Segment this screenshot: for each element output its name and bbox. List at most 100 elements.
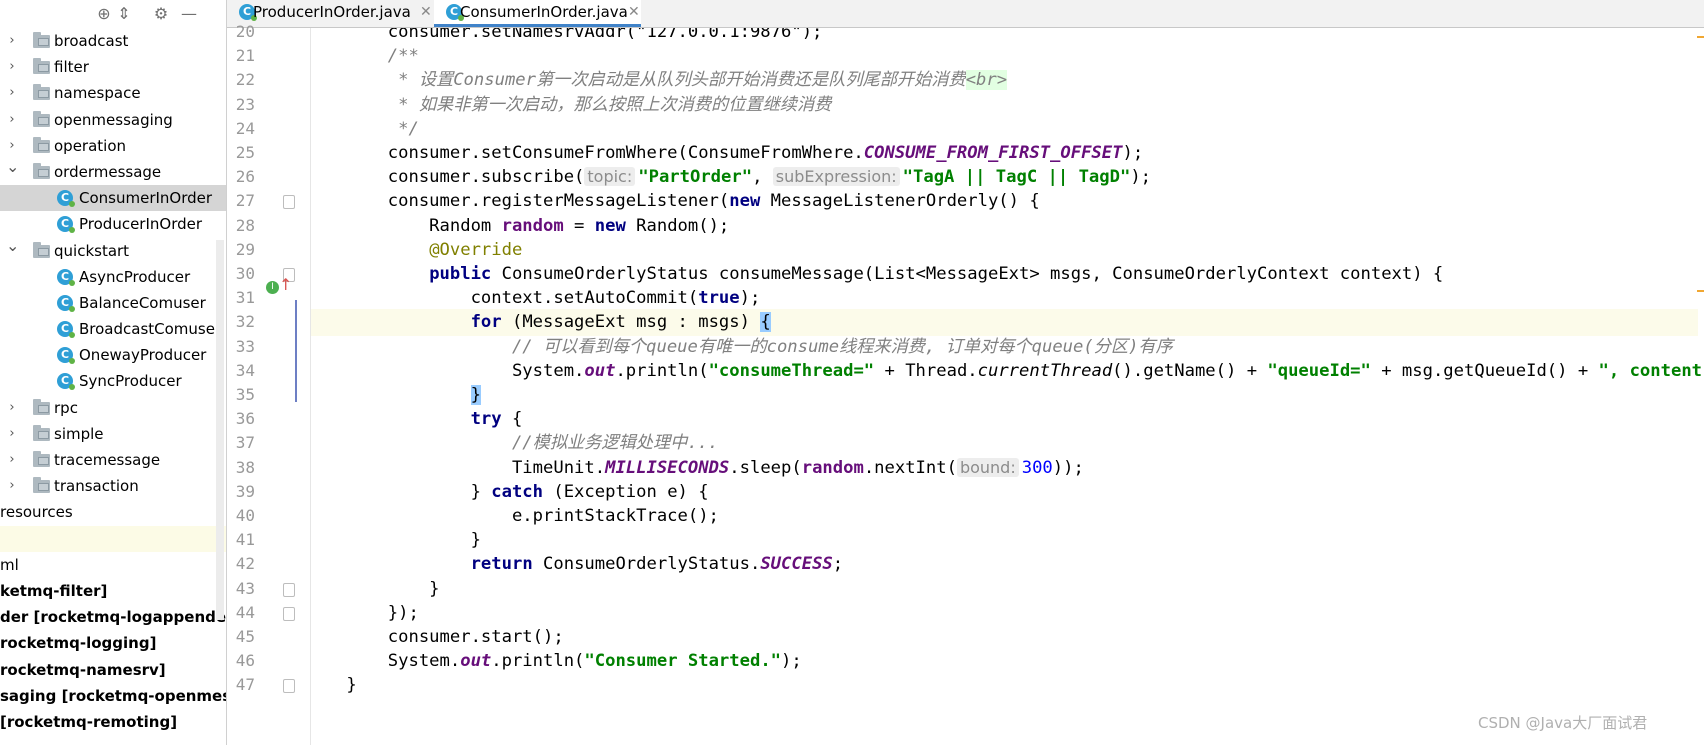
- fold-marker-icon[interactable]: [283, 195, 295, 210]
- vcs-change-marker[interactable]: [295, 300, 297, 402]
- close-icon[interactable]: ✕: [628, 0, 640, 25]
- code-token: "PartOrder": [638, 167, 753, 188]
- chevron-right-icon[interactable]: ›: [6, 107, 18, 133]
- chevron-right-icon[interactable]: ›: [6, 473, 18, 499]
- code-editor[interactable]: consumer.setNamesrvAddr("127.0.0.1:9876"…: [311, 28, 1704, 745]
- chevron-down-icon[interactable]: ⌄: [6, 233, 19, 259]
- tree-item-label: rocketmq-logging]: [0, 634, 157, 653]
- tree-item-saging-rocketmq-openmessaging[interactable]: saging [rocketmq-openmessaging]: [0, 683, 226, 709]
- tree-item-rocketmq-remoting[interactable]: [rocketmq-remoting]: [0, 709, 226, 735]
- code-line-21[interactable]: /**: [311, 43, 1698, 69]
- tree-item-ml[interactable]: ml: [0, 552, 226, 578]
- tree-item-rocketmq-logging[interactable]: rocketmq-logging]: [0, 630, 226, 656]
- chevron-right-icon[interactable]: ›: [6, 395, 18, 421]
- tree-item-rpc[interactable]: › rpc: [0, 395, 226, 421]
- project-scrollbar[interactable]: [216, 240, 224, 620]
- code-line-42[interactable]: return ConsumeOrderlyStatus.SUCCESS;: [311, 551, 1698, 577]
- code-line-28[interactable]: Random random = new Random();: [311, 213, 1698, 239]
- tree-item-der-rocketmq-logappender[interactable]: der [rocketmq-logappender]: [0, 604, 226, 630]
- code-token: (Exception e) {: [543, 481, 709, 502]
- error-stripe[interactable]: [1697, 28, 1704, 745]
- fold-marker-icon[interactable]: [283, 606, 295, 621]
- code-token: * 如果非第一次启动，那么按照上次消费的位置继续消费: [311, 94, 832, 115]
- line-number: 45: [235, 627, 255, 646]
- chevron-right-icon[interactable]: ›: [6, 421, 18, 447]
- collapse-icon[interactable]: ⇕: [113, 3, 135, 25]
- code-line-47[interactable]: }: [311, 672, 1698, 698]
- warning-mark[interactable]: [1697, 290, 1704, 292]
- tree-item-namespace[interactable]: › namespace: [0, 80, 226, 106]
- code-token: CONSUME_FROM_FIRST_OFFSET: [863, 143, 1123, 163]
- tree-item-asyncproducer[interactable]: C AsyncProducer: [0, 264, 226, 290]
- tree-item-label: resources: [0, 503, 73, 522]
- close-icon[interactable]: ✕: [420, 0, 432, 25]
- code-line-38[interactable]: TimeUnit.MILLISECONDS.sleep(random.nextI…: [311, 455, 1698, 481]
- code-line-22[interactable]: * 设置Consumer第一次启动是从队列头部开始消费还是队列尾部开始消费<br…: [311, 67, 1698, 93]
- tree-item-operation[interactable]: › operation: [0, 133, 226, 159]
- code-line-23[interactable]: * 如果非第一次启动，那么按照上次消费的位置继续消费: [311, 92, 1698, 118]
- code-line-37[interactable]: //模拟业务逻辑处理中...: [311, 430, 1698, 456]
- code-line-36[interactable]: try {: [311, 406, 1698, 432]
- tree-item-blank-19[interactable]: [0, 525, 226, 552]
- code-line-30[interactable]: public ConsumeOrderlyStatus consumeMessa…: [311, 261, 1698, 287]
- code-token: );: [1130, 167, 1152, 188]
- code-line-27[interactable]: consumer.registerMessageListener(new Mes…: [311, 188, 1698, 214]
- tab-producer-in-order[interactable]: C ProducerInOrder.java ✕: [227, 0, 433, 27]
- code-line-45[interactable]: consumer.start();: [311, 624, 1698, 650]
- tree-item-syncproducer[interactable]: C SyncProducer: [0, 368, 226, 394]
- chevron-right-icon[interactable]: ›: [6, 54, 18, 80]
- tree-item-quickstart[interactable]: ⌄ quickstart: [0, 236, 226, 264]
- override-arrow-icon[interactable]: ↑: [279, 276, 292, 294]
- tree-item-onewayproducer[interactable]: C OnewayProducer: [0, 342, 226, 368]
- minimize-icon[interactable]: —: [178, 3, 200, 25]
- tree-item-consumerinorder[interactable]: C ConsumerInOrder: [0, 185, 226, 212]
- tree-item-blank-27[interactable]: [0, 735, 226, 745]
- code-line-32[interactable]: for (MessageExt msg : msgs) {: [311, 309, 1698, 336]
- warning-mark[interactable]: [1697, 36, 1704, 38]
- code-line-40[interactable]: e.printStackTrace();: [311, 503, 1698, 529]
- code-line-26[interactable]: consumer.subscribe(topic: "PartOrder", su…: [311, 164, 1698, 190]
- tree-item-broadcastcomuser[interactable]: C BroadcastComuser: [0, 316, 226, 342]
- line-number: 24: [235, 118, 255, 138]
- code-line-33[interactable]: // 可以看到每个queue有唯一的consume线程来消费, 订单对每个que…: [311, 334, 1698, 360]
- tree-item-rocketmq-namesrv[interactable]: rocketmq-namesrv]: [0, 657, 226, 683]
- tree-item-simple[interactable]: › simple: [0, 421, 226, 447]
- gear-icon[interactable]: ⚙: [150, 3, 172, 25]
- code-line-44[interactable]: });: [311, 600, 1698, 626]
- chevron-right-icon[interactable]: ›: [6, 447, 18, 473]
- code-line-43[interactable]: }: [311, 576, 1698, 602]
- chevron-down-icon[interactable]: ⌄: [6, 154, 19, 180]
- fold-marker-icon[interactable]: [283, 582, 295, 597]
- tree-item-transaction[interactable]: › transaction: [0, 473, 226, 499]
- code-line-29[interactable]: @Override: [311, 237, 1698, 263]
- code-line-34[interactable]: System.out.println("consumeThread=" + Th…: [311, 358, 1704, 384]
- implements-icon[interactable]: I: [266, 281, 279, 294]
- tree-item-producerinorder[interactable]: C ProducerInOrder: [0, 211, 226, 237]
- tree-item-balancecomuser[interactable]: C BalanceComuser: [0, 290, 226, 316]
- code-token: true: [698, 288, 740, 309]
- tree-item-resources[interactable]: resources: [0, 499, 226, 525]
- code-line-46[interactable]: System.out.println("Consumer Started.");: [311, 648, 1698, 674]
- chevron-right-icon[interactable]: ›: [6, 28, 18, 54]
- tree-item-tracemessage[interactable]: › tracemessage: [0, 447, 226, 473]
- code-line-25[interactable]: consumer.setConsumeFromWhere(ConsumeFrom…: [311, 140, 1698, 166]
- tree-item-filter[interactable]: › filter: [0, 54, 226, 80]
- chevron-right-icon[interactable]: ›: [6, 80, 18, 106]
- code-line-35[interactable]: }: [311, 382, 1698, 408]
- code-line-39[interactable]: } catch (Exception e) {: [311, 479, 1698, 505]
- target-icon[interactable]: ⊕: [93, 3, 115, 25]
- code-line-24[interactable]: */: [311, 116, 1698, 142]
- tree-item-ketmq-filter[interactable]: ketmq-filter]: [0, 578, 226, 604]
- tab-consumer-in-order[interactable]: C ConsumerInOrder.java ✕: [434, 0, 641, 27]
- code-line-41[interactable]: }: [311, 527, 1698, 553]
- tree-item-broadcast[interactable]: › broadcast: [0, 28, 226, 54]
- line-number: 26: [235, 167, 255, 187]
- tree-item-openmessaging[interactable]: › openmessaging: [0, 107, 226, 133]
- tree-item-ordermessage[interactable]: ⌄ ordermessage: [0, 157, 226, 185]
- code-line-31[interactable]: context.setAutoCommit(true);: [311, 285, 1698, 311]
- fold-marker-icon[interactable]: [283, 679, 295, 694]
- editor-tabs: C ProducerInOrder.java ✕ C ConsumerInOrd…: [227, 0, 1704, 28]
- editor-gutter[interactable]: 20 21 22 23 24 25 26 27 28 29 30 31 32 33 34 35 36 37 38 39…: [227, 22, 311, 745]
